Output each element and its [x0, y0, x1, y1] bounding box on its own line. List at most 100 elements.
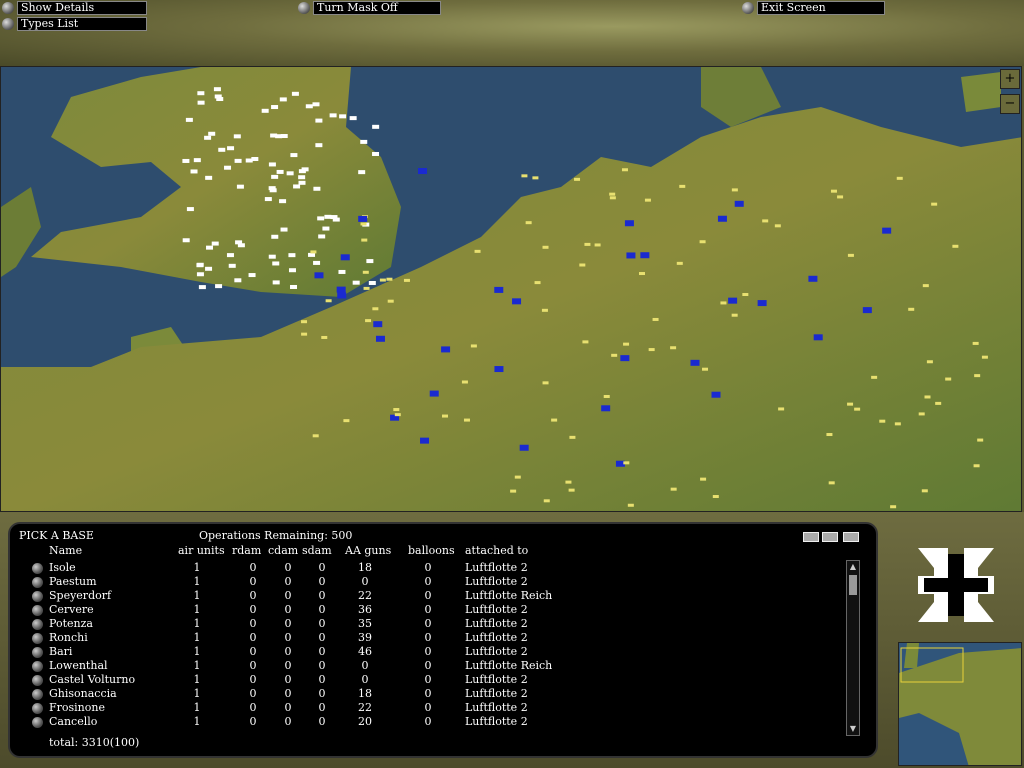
select-base-knob-icon[interactable]: [32, 591, 43, 602]
airbase-marker[interactable]: [403, 278, 410, 282]
airbase-marker[interactable]: [519, 444, 529, 451]
airbase-marker[interactable]: [854, 407, 861, 411]
airbase-marker[interactable]: [336, 286, 346, 293]
airbase-marker[interactable]: [862, 307, 872, 314]
airbase-marker[interactable]: [313, 260, 321, 265]
exit-screen-button[interactable]: Exit Screen: [742, 1, 885, 15]
airbase-marker[interactable]: [204, 135, 212, 140]
airbase-marker[interactable]: [648, 348, 655, 352]
airbase-marker[interactable]: [228, 263, 236, 268]
airbase-marker[interactable]: [461, 380, 468, 384]
airbase-marker[interactable]: [620, 355, 630, 362]
airbase-marker[interactable]: [235, 240, 243, 245]
airbase-marker[interactable]: [972, 341, 979, 345]
select-base-knob-icon[interactable]: [32, 563, 43, 574]
scrollbar[interactable]: ▲ ▼: [846, 560, 860, 736]
airbase-marker[interactable]: [734, 200, 744, 207]
airbase-marker[interactable]: [568, 488, 575, 492]
airbase-marker[interactable]: [603, 394, 610, 398]
airbase-marker[interactable]: [702, 367, 709, 371]
column-header[interactable]: cdam: [268, 544, 298, 557]
airbase-marker[interactable]: [918, 412, 925, 416]
airbase-marker[interactable]: [387, 299, 394, 303]
airbase-marker[interactable]: [349, 116, 357, 121]
airbase-marker[interactable]: [541, 308, 548, 312]
airbase-marker[interactable]: [828, 481, 835, 485]
airbase-marker[interactable]: [205, 175, 213, 180]
airbase-marker[interactable]: [363, 286, 370, 290]
airbase-marker[interactable]: [494, 366, 504, 373]
airbase-marker[interactable]: [542, 381, 549, 385]
airbase-marker[interactable]: [315, 118, 323, 123]
airbase-marker[interactable]: [185, 117, 193, 122]
airbase-marker[interactable]: [420, 437, 430, 444]
select-base-knob-icon[interactable]: [32, 647, 43, 658]
airbase-marker[interactable]: [293, 184, 301, 189]
column-header[interactable]: Name: [49, 544, 82, 557]
airbase-marker[interactable]: [896, 176, 903, 180]
airbase-marker[interactable]: [373, 321, 383, 328]
airbase-marker[interactable]: [826, 433, 833, 437]
airbase-marker[interactable]: [569, 435, 576, 439]
airbase-marker[interactable]: [676, 261, 683, 265]
airbase-marker[interactable]: [224, 165, 232, 170]
airbase-marker[interactable]: [305, 104, 313, 109]
airbase-marker[interactable]: [314, 272, 324, 279]
turn-mask-off-button[interactable]: Turn Mask Off: [298, 1, 441, 15]
airbase-marker[interactable]: [700, 477, 707, 481]
select-base-knob-icon[interactable]: [32, 661, 43, 672]
select-base-knob-icon[interactable]: [32, 675, 43, 686]
airbase-marker[interactable]: [640, 252, 650, 259]
airbase-marker[interactable]: [830, 189, 837, 193]
airbase-marker[interactable]: [582, 340, 589, 344]
airbase-marker[interactable]: [288, 253, 296, 258]
airbase-marker[interactable]: [728, 297, 738, 304]
select-base-knob-icon[interactable]: [32, 703, 43, 714]
airbase-marker[interactable]: [264, 197, 272, 202]
show-details-button[interactable]: Show Details: [2, 1, 147, 15]
minimize-button[interactable]: [803, 532, 819, 542]
airbase-marker[interactable]: [365, 319, 372, 323]
airbase-marker[interactable]: [623, 461, 630, 465]
airbase-marker[interactable]: [774, 224, 781, 228]
airbase-marker[interactable]: [514, 475, 521, 479]
zoom-out-button[interactable]: −: [1000, 94, 1020, 114]
airbase-marker[interactable]: [272, 261, 280, 266]
airbase-marker[interactable]: [318, 234, 326, 239]
airbase-marker[interactable]: [286, 171, 294, 176]
airbase-marker[interactable]: [890, 505, 897, 509]
column-header[interactable]: AA guns: [345, 544, 391, 557]
airbase-marker[interactable]: [394, 413, 401, 417]
airbase-marker[interactable]: [248, 273, 256, 278]
airbase-marker[interactable]: [198, 285, 206, 290]
airbase-marker[interactable]: [301, 167, 309, 172]
airbase-marker[interactable]: [233, 134, 241, 139]
airbase-marker[interactable]: [757, 300, 767, 307]
airbase-marker[interactable]: [973, 464, 980, 468]
airbase-marker[interactable]: [981, 355, 988, 359]
airbase-marker[interactable]: [312, 434, 319, 438]
airbase-marker[interactable]: [731, 188, 738, 192]
airbase-marker[interactable]: [268, 254, 276, 259]
airbase-marker[interactable]: [236, 184, 244, 189]
airbase-marker[interactable]: [279, 199, 287, 204]
select-base-knob-icon[interactable]: [32, 577, 43, 588]
airbase-marker[interactable]: [442, 414, 449, 418]
airbase-marker[interactable]: [623, 342, 630, 346]
airbase-marker[interactable]: [337, 292, 347, 299]
airbase-marker[interactable]: [463, 418, 470, 422]
airbase-marker[interactable]: [271, 174, 279, 179]
airbase-marker[interactable]: [197, 100, 205, 105]
types-list-button[interactable]: Types List: [2, 17, 147, 31]
airbase-marker[interactable]: [908, 307, 915, 311]
airbase-marker[interactable]: [366, 259, 374, 264]
airbase-marker[interactable]: [652, 317, 659, 321]
airbase-marker[interactable]: [871, 375, 878, 379]
scroll-thumb[interactable]: [849, 575, 857, 595]
select-base-knob-icon[interactable]: [32, 619, 43, 630]
airbase-marker[interactable]: [627, 503, 634, 507]
airbase-marker[interactable]: [298, 175, 306, 180]
airbase-marker[interactable]: [609, 192, 616, 196]
column-header[interactable]: balloons: [408, 544, 455, 557]
airbase-marker[interactable]: [512, 298, 522, 305]
